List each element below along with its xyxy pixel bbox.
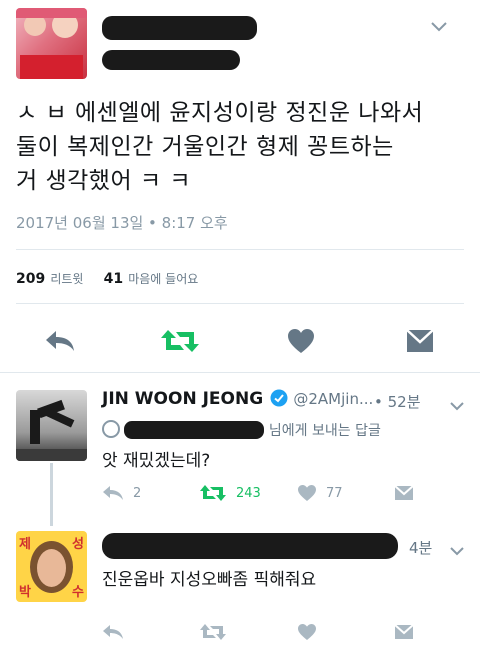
retweet-count[interactable]: 209 [16, 271, 45, 287]
reply2-author-redacted [102, 533, 398, 559]
heart-icon[interactable] [287, 328, 315, 358]
like-count[interactable]: 41 [104, 271, 123, 287]
direct-message-icon[interactable] [406, 328, 434, 358]
thread-line [50, 463, 53, 526]
verified-badge-icon [270, 389, 288, 411]
tweet-text: ㅅ ㅂ 에센엘에 윤지성이랑 정진운 나와서 둘이 복제인간 거울인간 형제 꽁… [16, 96, 471, 198]
reply2-text: 진운옵바 지성오빠좀 픽해줘요 [102, 570, 317, 590]
chevron-down-icon[interactable] [449, 396, 465, 415]
avatar-text: 수 [72, 585, 84, 600]
like-label[interactable]: 마음에 들어요 [128, 272, 198, 286]
direct-message-icon[interactable] [394, 623, 414, 645]
reply1-like-count: 77 [326, 486, 343, 501]
section-divider [0, 372, 480, 373]
retweet-icon[interactable] [160, 328, 200, 358]
reply1-avatar[interactable] [16, 390, 87, 461]
reply1-time[interactable]: • 52분 [374, 391, 421, 412]
reply-icon[interactable] [44, 328, 76, 358]
reply1-header: JIN WOON JEONG @2AMjin... [102, 389, 373, 411]
heart-icon[interactable] [297, 484, 317, 506]
direct-message-icon[interactable] [394, 484, 414, 506]
tweet-stats: 209 리트윗 41 마음에 들어요 [16, 268, 198, 287]
retweet-label[interactable]: 리트윗 [50, 272, 83, 286]
tweet-text-line: 거 생각했어 ㅋ ㅋ [16, 168, 192, 194]
divider [16, 303, 464, 304]
reply2-avatar[interactable]: 제 성 박 수 [16, 531, 87, 602]
avatar-text: 성 [72, 537, 84, 552]
reply1-text: 앗 재밌겠는데? [102, 451, 211, 471]
chevron-down-icon[interactable] [430, 18, 448, 37]
reply1-handle[interactable]: @2AMjin... [293, 390, 373, 408]
reply-to-icon [102, 420, 120, 438]
reply2-time[interactable]: 4분 [409, 537, 432, 558]
tweet-timestamp[interactable]: 2017년 06월 13일 • 8:17 오후 [16, 212, 228, 233]
avatar-text: 박 [19, 585, 31, 600]
retweet-icon[interactable] [199, 623, 227, 645]
reply1-retweet-count: 243 [236, 486, 261, 501]
reply1-reply-count: 2 [133, 486, 142, 501]
replying-to-redacted [124, 421, 265, 439]
reply-to-suffix: 님에게 보내는 답글 [268, 423, 381, 439]
author-handle-redacted [102, 50, 240, 70]
reply1-replying-to: 님에게 보내는 답글 [102, 420, 381, 440]
chevron-down-icon[interactable] [449, 541, 465, 560]
reply-icon[interactable] [102, 623, 124, 645]
author-display-name-redacted [102, 16, 257, 40]
author-avatar[interactable] [16, 8, 87, 79]
heart-icon[interactable] [297, 623, 317, 645]
tweet-text-line: ㅅ ㅂ 에센엘에 윤지성이랑 정진운 나와서 [16, 100, 424, 126]
tweet-text-line: 둘이 복제인간 거울인간 형제 꽁트하는 [16, 134, 394, 160]
divider [16, 249, 464, 250]
avatar-text: 제 [19, 537, 31, 552]
reply1-author-name[interactable]: JIN WOON JEONG [102, 389, 263, 409]
reply-icon[interactable] [102, 484, 124, 506]
retweet-icon[interactable] [199, 484, 227, 506]
